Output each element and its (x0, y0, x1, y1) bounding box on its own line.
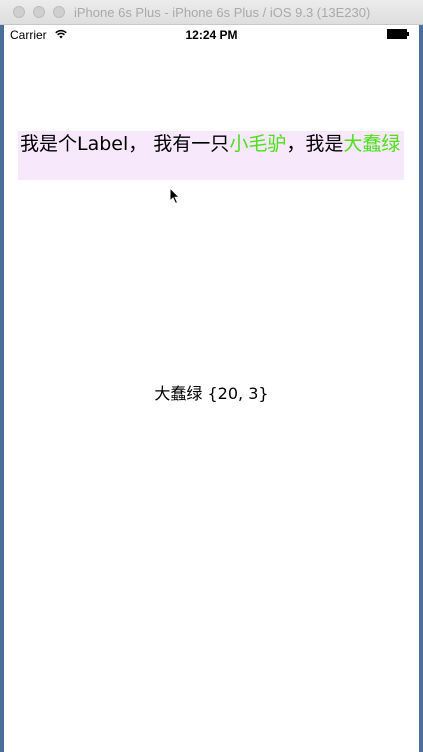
battery-icon (387, 29, 409, 39)
minimize-window-button[interactable] (33, 6, 45, 18)
tap-result-label: 大蠢绿 {20, 3} (154, 384, 269, 403)
label-text-part2: ，我是 (286, 133, 344, 155)
mouse-pointer-icon (169, 187, 181, 205)
label-text-part1: 我是个Label， 我有一只 (20, 133, 230, 155)
device-screen: Carrier 12:24 PM 我是个Label， 我有一只小毛驴，我是大蠢绿… (4, 25, 419, 752)
link-xiaomaolv[interactable]: 小毛驴 (229, 133, 286, 155)
window-titlebar: iPhone 6s Plus - iPhone 6s Plus / iOS 9.… (0, 0, 423, 25)
attributed-label[interactable]: 我是个Label， 我有一只小毛驴，我是大蠢绿 (18, 131, 404, 180)
window-title: iPhone 6s Plus - iPhone 6s Plus / iOS 9.… (74, 5, 371, 20)
link-dachunlv[interactable]: 大蠢绿 (343, 133, 400, 155)
close-window-button[interactable] (13, 6, 25, 18)
status-time: 12:24 PM (185, 28, 238, 42)
simulator-window: iPhone 6s Plus - iPhone 6s Plus / iOS 9.… (0, 0, 423, 752)
status-bar: Carrier 12:24 PM (4, 25, 419, 45)
zoom-window-button[interactable] (53, 6, 65, 18)
